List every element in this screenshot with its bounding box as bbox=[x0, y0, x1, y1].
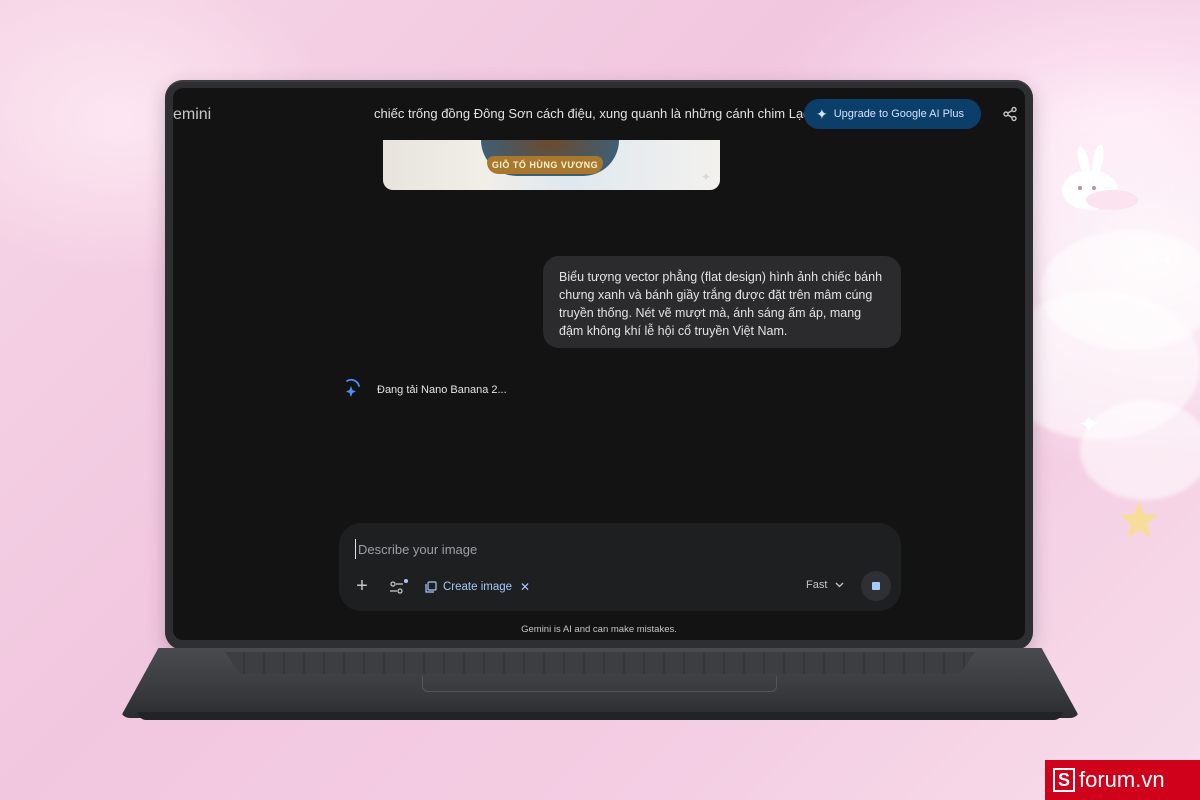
close-icon[interactable]: ✕ bbox=[520, 580, 530, 594]
laptop-keyboard bbox=[225, 652, 975, 674]
sforum-logo-letter: S bbox=[1053, 768, 1075, 792]
image-icon bbox=[425, 581, 437, 593]
composer: + Create image ✕ Fast bbox=[339, 523, 901, 611]
loading-status: Đang tải Nano Banana 2... bbox=[377, 384, 507, 396]
sparkle-decoration: ✦ bbox=[1078, 410, 1100, 440]
gemini-screen: emini chiếc trống đồng Đông Sơn cách điệ… bbox=[173, 88, 1025, 640]
sparkle-decoration: ✦ bbox=[1160, 250, 1176, 271]
plus-icon[interactable]: + bbox=[353, 576, 371, 596]
prompt-input[interactable] bbox=[355, 539, 875, 559]
disclaimer: Gemini is AI and can make mistakes. bbox=[521, 624, 677, 635]
model-label: Fast bbox=[806, 579, 828, 591]
image-banner: GIỖ TỔ HÙNG VƯƠNG bbox=[487, 156, 603, 174]
stop-icon bbox=[872, 582, 880, 590]
laptop-trackpad bbox=[422, 676, 777, 692]
generated-image-preview[interactable]: GIỖ TỔ HÙNG VƯƠNG ✦ bbox=[383, 140, 720, 190]
star-decoration bbox=[1120, 501, 1158, 538]
share-icon[interactable] bbox=[1002, 106, 1018, 122]
sforum-logo-text: forum.vn bbox=[1079, 767, 1165, 792]
chevron-down-icon bbox=[835, 582, 844, 588]
image-sparkle-icon: ✦ bbox=[701, 170, 712, 184]
create-image-label: Create image bbox=[443, 581, 513, 593]
app-name: emini bbox=[173, 106, 212, 123]
user-message: Biểu tượng vector phẳng (flat design) hì… bbox=[543, 256, 901, 348]
conversation-title[interactable]: chiếc trống đồng Đông Sơn cách điệu, xun… bbox=[374, 106, 814, 121]
laptop-base-edge bbox=[138, 712, 1062, 720]
upgrade-button[interactable]: ✦ Upgrade to Google AI Plus bbox=[804, 99, 981, 129]
tools-icon[interactable] bbox=[389, 578, 409, 596]
top-bar: emini chiếc trống đồng Đông Sơn cách điệ… bbox=[173, 88, 1025, 140]
loading-spinner-icon bbox=[346, 378, 360, 397]
create-image-chip[interactable]: Create image ✕ bbox=[425, 577, 530, 597]
sforum-logo: S forum.vn bbox=[1045, 760, 1200, 800]
upgrade-label: Upgrade to Google AI Plus bbox=[833, 108, 964, 120]
bunny-illustration bbox=[1062, 144, 1138, 210]
stop-button[interactable] bbox=[861, 571, 891, 601]
sparkle-icon: ✦ bbox=[816, 106, 828, 122]
model-selector[interactable]: Fast bbox=[806, 579, 844, 591]
